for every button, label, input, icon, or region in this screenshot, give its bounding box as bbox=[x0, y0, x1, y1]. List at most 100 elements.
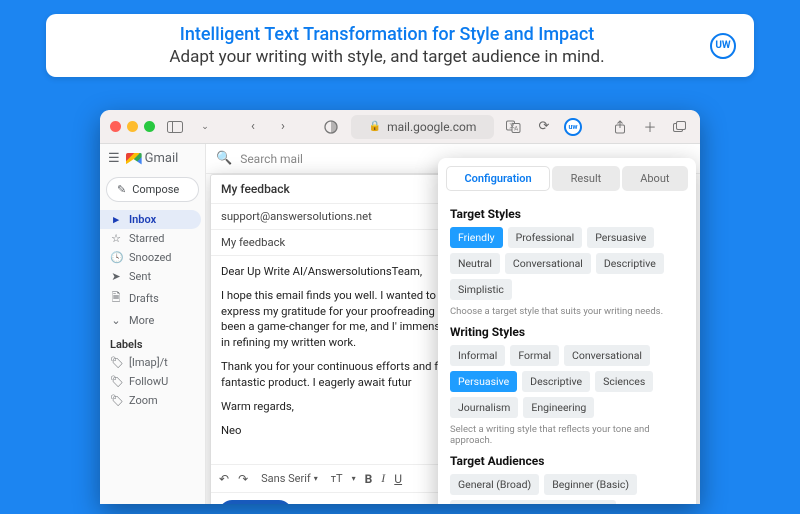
window-titlebar: ⌄ ‹ › 🔒 mail.google.com 文A ⟳ uw ＋ bbox=[100, 110, 700, 144]
lock-icon: 🔒 bbox=[369, 121, 381, 132]
target-audience-chip[interactable]: Intermediate (Some Knowledge) bbox=[450, 500, 616, 504]
back-icon[interactable]: ‹ bbox=[243, 117, 263, 137]
writing-style-chip[interactable]: Sciences bbox=[595, 371, 653, 392]
sidebar-item-label: Sent bbox=[129, 270, 151, 283]
writing-style-chip[interactable]: Engineering bbox=[523, 397, 594, 418]
writing-style-chip[interactable]: Persuasive bbox=[450, 371, 517, 392]
gmail-m-icon bbox=[126, 153, 142, 165]
label-item-text: Zoom bbox=[129, 394, 158, 407]
popover-tab-about[interactable]: About bbox=[622, 166, 688, 191]
sent-icon: ➤ bbox=[110, 270, 122, 283]
translate-icon[interactable]: 文A bbox=[504, 117, 524, 137]
target-audience-chip[interactable]: General (Broad) bbox=[450, 474, 539, 495]
forward-icon[interactable]: › bbox=[273, 117, 293, 137]
address-bar[interactable]: 🔒 mail.google.com bbox=[351, 115, 494, 139]
popover-tab-result[interactable]: Result bbox=[552, 166, 620, 191]
popover-tabs: ConfigurationResultAbout bbox=[438, 158, 696, 191]
undo-icon[interactable]: ↶ bbox=[219, 472, 229, 486]
banner-title: Intelligent Text Transformation for Styl… bbox=[64, 24, 710, 45]
section-title-target-styles: Target Styles bbox=[450, 207, 684, 221]
more-icon: ⌄ bbox=[110, 314, 122, 327]
font-select[interactable]: Sans Serif ▾ bbox=[257, 470, 322, 487]
chevron-down-icon[interactable]: ⌄ bbox=[195, 117, 215, 137]
sidebar-item-sent[interactable]: ➤ Sent bbox=[100, 267, 205, 286]
section-title-writing-styles: Writing Styles bbox=[450, 325, 684, 339]
popover-tab-configuration[interactable]: Configuration bbox=[446, 166, 550, 191]
hint-target-styles: Choose a target style that suits your wr… bbox=[450, 306, 684, 317]
target-style-chip[interactable]: Neutral bbox=[450, 253, 500, 274]
label-item[interactable]: 🏷 [Imap]/t bbox=[100, 353, 205, 372]
writing-style-chip[interactable]: Journalism bbox=[450, 397, 518, 418]
tag-icon: 🏷 bbox=[110, 375, 122, 388]
sidebar-item-label: More bbox=[129, 314, 154, 327]
address-text: mail.google.com bbox=[387, 120, 476, 134]
section-title-target-audiences: Target Audiences bbox=[450, 454, 684, 468]
target-style-chip[interactable]: Simplistic bbox=[450, 279, 512, 300]
sidebar-item-label: Starred bbox=[129, 232, 165, 245]
target-audience-chip[interactable]: Beginner (Basic) bbox=[544, 474, 637, 495]
labels-section-title: Labels bbox=[100, 330, 205, 353]
label-item[interactable]: 🏷Zoom bbox=[100, 391, 205, 410]
sidebar-item-label: Snoozed bbox=[129, 251, 171, 264]
hint-writing-styles: Select a writing style that reflects you… bbox=[450, 424, 684, 446]
italic-icon[interactable]: I bbox=[381, 471, 385, 486]
sidebar-item-more[interactable]: ⌄ More bbox=[100, 311, 205, 330]
search-icon: 🔍 bbox=[216, 151, 232, 166]
sidebar-item-drafts[interactable]: 🗎 Drafts bbox=[100, 286, 205, 311]
gmail-sidebar: ☰ Gmail ✎ Compose ▸Inbox ☆ Starred 🕓 Snoozed… bbox=[100, 144, 206, 504]
sidebar-item-starred[interactable]: ☆ Starred bbox=[100, 229, 205, 248]
draft-icon: 🗎 bbox=[110, 289, 122, 308]
shield-icon[interactable] bbox=[321, 117, 341, 137]
extension-popover: ConfigurationResultAbout Target Styles F… bbox=[438, 158, 696, 504]
clock-icon: 🕓 bbox=[110, 251, 122, 264]
sidebar-item-label: Drafts bbox=[129, 292, 159, 305]
font-size-icon[interactable]: тТ bbox=[331, 472, 343, 485]
label-item-text: FollowU bbox=[129, 375, 168, 388]
promo-banner: Intelligent Text Transformation for Styl… bbox=[46, 14, 754, 77]
chevron-down-icon: ▾ bbox=[352, 474, 356, 483]
sidebar-item-snoozed[interactable]: 🕓 Snoozed bbox=[100, 248, 205, 267]
hamburger-icon[interactable]: ☰ bbox=[108, 151, 120, 166]
underline-icon[interactable]: U bbox=[394, 472, 402, 486]
writing-style-chip[interactable]: Informal bbox=[450, 345, 505, 366]
gmail-logo[interactable]: Gmail bbox=[126, 151, 179, 166]
gmail-main: 🔍 Search mail OpenAI Developer Fo. My fe… bbox=[206, 144, 700, 504]
target-style-chip[interactable]: Persuasive bbox=[587, 227, 654, 248]
tabs-overview-icon[interactable] bbox=[670, 117, 690, 137]
writing-style-chip[interactable]: Conversational bbox=[564, 345, 650, 366]
maximize-window-icon[interactable] bbox=[144, 121, 155, 132]
popover-body[interactable]: Target Styles FriendlyProfessionalPersua… bbox=[438, 191, 696, 504]
close-window-icon[interactable] bbox=[110, 121, 121, 132]
writing-style-chip[interactable]: Descriptive bbox=[522, 371, 590, 392]
sidebar-toggle-icon[interactable] bbox=[165, 117, 185, 137]
window-traffic-lights[interactable] bbox=[110, 121, 155, 132]
svg-text:A: A bbox=[514, 125, 518, 132]
target-style-chip[interactable]: Descriptive bbox=[596, 253, 664, 274]
compose-button[interactable]: ✎ Compose bbox=[106, 177, 199, 202]
gmail-header: ☰ Gmail bbox=[100, 144, 205, 173]
send-button[interactable]: Send ▾ bbox=[219, 500, 292, 504]
safari-window: ⌄ ‹ › 🔒 mail.google.com 文A ⟳ uw ＋ ☰ bbox=[100, 110, 700, 504]
share-icon[interactable] bbox=[610, 117, 630, 137]
star-icon: ☆ bbox=[110, 232, 122, 245]
tag-icon: 🏷 bbox=[110, 356, 122, 369]
writing-style-chip[interactable]: Formal bbox=[510, 345, 559, 366]
target-style-chip[interactable]: Friendly bbox=[450, 227, 503, 248]
target-style-chip[interactable]: Professional bbox=[508, 227, 583, 248]
target-style-chip[interactable]: Conversational bbox=[505, 253, 591, 274]
promo-banner-text: Intelligent Text Transformation for Styl… bbox=[64, 24, 710, 67]
banner-logo-icon: UW bbox=[710, 33, 736, 59]
banner-subtitle: Adapt your writing with style, and targe… bbox=[64, 47, 710, 67]
redo-icon[interactable]: ↷ bbox=[238, 472, 248, 486]
sidebar-item-inbox[interactable]: ▸Inbox bbox=[100, 210, 201, 229]
search-placeholder: Search mail bbox=[240, 152, 303, 166]
label-item[interactable]: 🏷 FollowU bbox=[100, 372, 205, 391]
compose-label: Compose bbox=[132, 183, 179, 196]
label-item-text: [Imap]/t bbox=[129, 356, 168, 369]
bold-icon[interactable]: B bbox=[365, 472, 373, 486]
extension-upwrite-icon[interactable]: uw bbox=[564, 118, 582, 136]
reload-icon[interactable]: ⟳ bbox=[534, 117, 554, 137]
new-tab-icon[interactable]: ＋ bbox=[640, 117, 660, 137]
minimize-window-icon[interactable] bbox=[127, 121, 138, 132]
inbox-icon: ▸ bbox=[110, 213, 122, 226]
